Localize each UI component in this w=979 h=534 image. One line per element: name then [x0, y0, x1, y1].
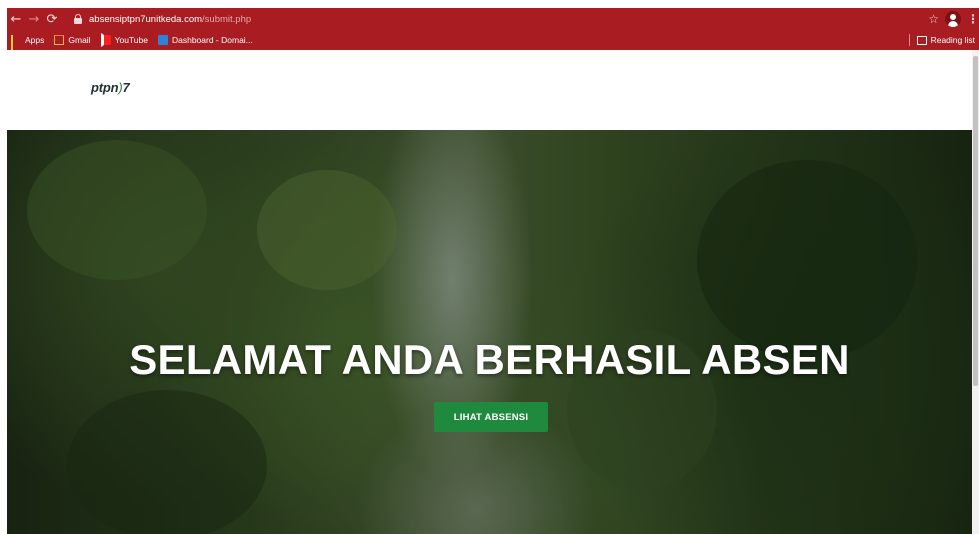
browser-frame: ← → ⟳ absensiptpn7unitkeda.com /submit.p… [7, 8, 979, 53]
site-header: ptpn)7 [7, 50, 972, 130]
browser-chrome: ← → ⟳ absensiptpn7unitkeda.com /submit.p… [0, 0, 979, 53]
reading-list-label: Reading list [930, 35, 975, 45]
profile-avatar-icon[interactable] [945, 11, 961, 27]
address-bar[interactable]: absensiptpn7unitkeda.com /submit.php [73, 11, 913, 27]
bookmark-gmail[interactable]: Gmail [54, 35, 91, 45]
scrollbar-thumb[interactable] [973, 56, 978, 386]
hero-overlay [7, 130, 972, 534]
hero-title: SELAMAT ANDA BERHASIL ABSEN [129, 336, 850, 383]
kebab-menu-icon[interactable]: ⋮ [967, 12, 979, 26]
bookmark-apps[interactable]: Apps [11, 35, 45, 53]
url-path: /submit.php [202, 13, 252, 25]
ptpn7-logo[interactable]: ptpn)7 [91, 80, 130, 95]
bookmark-label: YouTube [114, 35, 148, 45]
bookmarks-divider [908, 34, 910, 46]
bookmark-label: Apps [25, 35, 45, 45]
forward-arrow-icon[interactable]: → [25, 8, 43, 30]
logo-text: ptpn [91, 80, 119, 95]
browser-toolbar: ← → ⟳ absensiptpn7unitkeda.com /submit.p… [7, 8, 979, 30]
reading-list-button[interactable]: Reading list [908, 30, 975, 50]
bookmark-label: Dashboard - Domai... [171, 35, 253, 45]
gmail-icon [54, 35, 65, 45]
dashboard-icon [157, 35, 168, 45]
bookmark-youtube[interactable]: YouTube [100, 33, 148, 47]
bookmark-dashboard[interactable]: Dashboard - Domai... [157, 35, 253, 45]
bookmarks-bar: Apps Gmail YouTube Dashboard - Domai... … [7, 30, 979, 53]
reading-list-icon [916, 35, 927, 45]
bookmark-star-icon[interactable]: ☆ [928, 12, 939, 26]
reload-icon[interactable]: ⟳ [43, 8, 61, 30]
bookmark-label: Gmail [68, 35, 91, 45]
lihat-absensi-button[interactable]: LIHAT ABSENSI [434, 402, 548, 432]
web-page: ptpn)7 SELAMAT ANDA BERHASIL ABSEN LIHAT… [7, 50, 972, 534]
hero-section: SELAMAT ANDA BERHASIL ABSEN LIHAT ABSENS… [7, 130, 972, 534]
youtube-icon [100, 33, 111, 47]
lock-icon [73, 14, 83, 24]
apps-grid-icon [11, 35, 21, 53]
page-scrollbar[interactable] [972, 50, 979, 534]
back-arrow-icon[interactable]: ← [7, 8, 25, 30]
url-host: absensiptpn7unitkeda.com [89, 13, 203, 25]
logo-suffix: 7 [122, 80, 130, 95]
